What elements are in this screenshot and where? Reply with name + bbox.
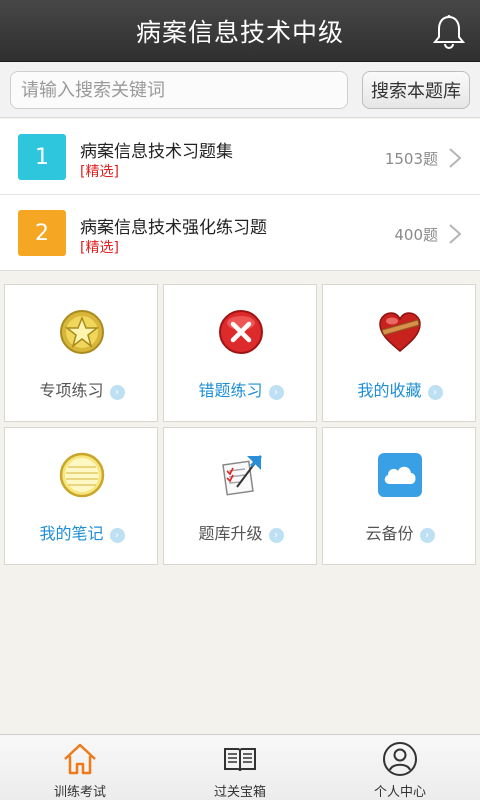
- grid-item-cloud-backup[interactable]: 云备份 ›: [322, 427, 476, 565]
- bank-title: 病案信息技术强化练习题: [80, 218, 267, 238]
- book-icon: [224, 748, 256, 772]
- nav-item-personal-center[interactable]: 个人中心: [320, 735, 480, 800]
- chevron-right-icon: ›: [268, 528, 284, 543]
- featured-tag: [精选]: [80, 164, 119, 180]
- red-x-icon: [219, 310, 263, 354]
- chevron-right-icon: [449, 224, 462, 244]
- grid-item-bank-upgrade[interactable]: 题库升级 ›: [163, 427, 317, 565]
- user-icon: [383, 742, 417, 776]
- notepad-icon: [59, 452, 105, 498]
- page-title: 病案信息技术中级: [135, 17, 344, 47]
- number-badge: 2: [18, 210, 66, 256]
- grid-item-label: 专项练习 ›: [5, 377, 159, 401]
- question-bank-list: 1 病案信息技术习题集 [精选] 1503题 2 病案信息技术强化练习题 [精选…: [0, 119, 480, 271]
- grid-item-label: 云备份 ›: [323, 520, 477, 544]
- question-count: 400题: [394, 226, 438, 244]
- chevron-right-icon: ›: [268, 385, 284, 400]
- star-medal-icon: [60, 310, 104, 354]
- chevron-right-icon: ›: [109, 385, 125, 400]
- grid-item-favorites[interactable]: 我的收藏 ›: [322, 284, 476, 422]
- chevron-right-icon: ›: [419, 528, 435, 543]
- featured-tag: [精选]: [80, 240, 119, 256]
- grid-item-my-notes[interactable]: 我的笔记 ›: [4, 427, 158, 565]
- upgrade-document-icon: [222, 454, 263, 496]
- chevron-right-icon: ›: [109, 528, 125, 543]
- chevron-right-icon: ›: [427, 385, 443, 400]
- nav-item-treasure-box[interactable]: 过关宝箱: [160, 735, 320, 800]
- heart-icon: [379, 312, 421, 352]
- nav-item-training-exam[interactable]: 训练考试: [0, 735, 160, 800]
- bank-title: 病案信息技术习题集: [80, 142, 233, 162]
- number-badge: 1: [18, 134, 66, 180]
- nav-label: 过关宝箱: [213, 785, 266, 800]
- grid-item-wrong-questions[interactable]: 错题练习 ›: [163, 284, 317, 422]
- grid-item-label: 错题练习 ›: [164, 377, 318, 401]
- home-icon: [64, 743, 96, 775]
- grid-item-special-practice[interactable]: 专项练习 ›: [4, 284, 158, 422]
- cloud-icon: [378, 453, 422, 497]
- list-item-bank-2[interactable]: 2 病案信息技术强化练习题 [精选] 400题: [0, 195, 480, 271]
- grid-item-label: 题库升级 ›: [164, 520, 318, 544]
- question-count: 1503题: [384, 150, 438, 168]
- nav-label: 训练考试: [53, 785, 106, 800]
- search-button[interactable]: 搜索本题库: [362, 71, 470, 109]
- bell-icon[interactable]: [432, 14, 466, 50]
- grid-item-label: 我的收藏 ›: [323, 377, 477, 401]
- search-input[interactable]: [10, 71, 348, 109]
- app-header: 病案信息技术中级: [0, 0, 480, 62]
- list-item-bank-1[interactable]: 1 病案信息技术习题集 [精选] 1503题: [0, 119, 480, 195]
- grid-item-label: 我的笔记 ›: [5, 520, 159, 544]
- nav-label: 个人中心: [373, 785, 426, 800]
- search-bar: 搜索本题库: [0, 62, 480, 118]
- bottom-nav: 训练考试 过关宝箱 个人中心: [0, 734, 480, 800]
- chevron-right-icon: [449, 148, 462, 168]
